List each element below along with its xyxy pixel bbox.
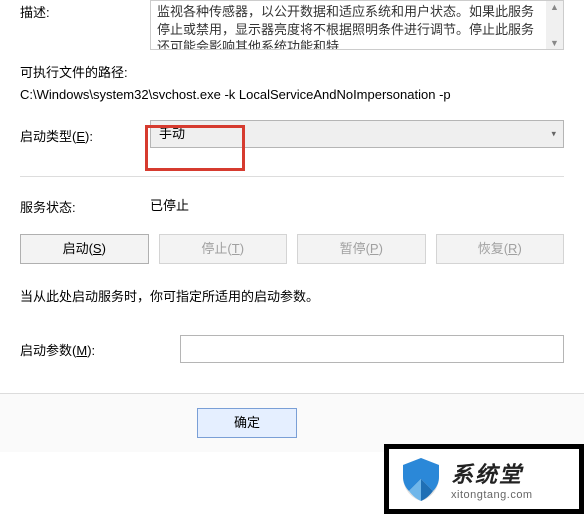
startup-type-label: 启动类型(E): — [20, 124, 150, 145]
watermark: 系统堂 xitongtang.com — [384, 444, 584, 514]
ok-button[interactable]: 确定 — [197, 408, 297, 438]
pause-button: 暂停(P) — [297, 234, 426, 264]
startup-type-select[interactable]: 手动 — [150, 120, 564, 148]
shield-icon — [397, 455, 445, 503]
start-params-label: 启动参数(M): — [20, 340, 180, 359]
startup-type-value: 手动 — [159, 126, 185, 141]
service-status-value: 已停止 — [150, 195, 189, 216]
description-label: 描述: — [20, 0, 150, 21]
description-scrollbar[interactable]: ▲ ▼ — [546, 1, 563, 49]
description-text: 监视各种传感器，以公开数据和适应系统和用户状态。如果此服务停止或禁用，显示器亮度… — [157, 4, 534, 50]
service-status-label: 服务状态: — [20, 195, 150, 216]
exec-path-value: C:\Windows\system32\svchost.exe -k Local… — [20, 87, 564, 102]
start-params-input[interactable] — [180, 335, 564, 363]
start-params-hint: 当从此处启动服务时，你可指定所适用的启动参数。 — [20, 286, 564, 305]
scroll-down-icon[interactable]: ▼ — [550, 37, 559, 49]
description-textarea[interactable]: 监视各种传感器，以公开数据和适应系统和用户状态。如果此服务停止或禁用，显示器亮度… — [150, 0, 564, 50]
watermark-title: 系统堂 — [451, 457, 533, 489]
divider — [20, 176, 564, 177]
scroll-up-icon[interactable]: ▲ — [550, 1, 559, 13]
resume-button: 恢复(R) — [436, 234, 565, 264]
start-button[interactable]: 启动(S) — [20, 234, 149, 264]
exec-path-label: 可执行文件的路径: — [20, 62, 564, 81]
stop-button: 停止(T) — [159, 234, 288, 264]
watermark-url: xitongtang.com — [451, 489, 533, 501]
